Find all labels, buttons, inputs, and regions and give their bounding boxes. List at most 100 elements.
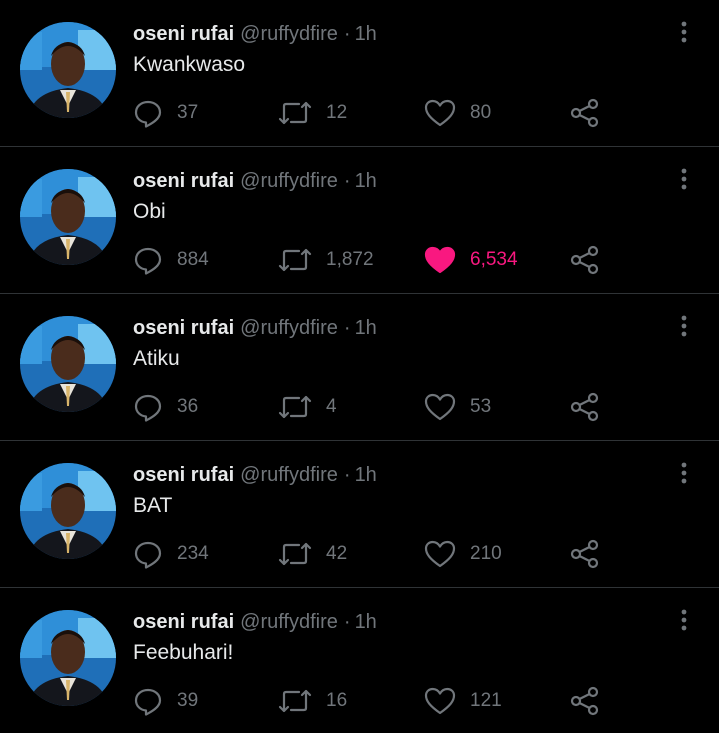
retweet-count: 1,872 [326, 249, 374, 270]
reply-icon [133, 392, 163, 422]
tweet[interactable]: oseni rufai @ruffydfire·1h Atiku 36 4 [0, 294, 719, 441]
author-name[interactable]: oseni rufai [133, 464, 234, 486]
share-button[interactable] [569, 243, 601, 277]
tweet-header: oseni rufai @ruffydfire · 1h [133, 22, 377, 46]
tweet-text: Atiku [133, 347, 180, 370]
share-icon [569, 245, 601, 275]
like-count: 121 [470, 690, 502, 711]
more-options-icon[interactable] [672, 18, 696, 46]
tweet[interactable]: oseni rufai @ruffydfire · 1h Obi 884 1,872 [0, 147, 719, 294]
like-count: 6,534 [470, 249, 518, 270]
separator: · [343, 317, 351, 339]
like-button[interactable]: 53 [424, 390, 491, 424]
like-button[interactable]: 6,534 [424, 243, 518, 277]
avatar[interactable] [20, 22, 116, 118]
author-handle[interactable]: @ruffydfire [240, 23, 338, 45]
tweet-header: oseni rufai @ruffydfire · 1h [133, 463, 377, 487]
retweet-icon [278, 392, 312, 422]
like-button[interactable]: 121 [424, 684, 502, 718]
author-handle[interactable]: @ruffydfire [240, 611, 338, 633]
reply-icon [133, 539, 163, 569]
avatar[interactable] [20, 169, 116, 265]
share-icon [569, 539, 601, 569]
retweet-icon [278, 539, 312, 569]
separator: · [343, 170, 351, 192]
retweet-icon [278, 686, 312, 716]
separator: · [343, 23, 351, 45]
avatar[interactable] [20, 610, 116, 706]
separator: · [343, 464, 351, 486]
more-options-icon[interactable] [672, 165, 696, 193]
tweet[interactable]: oseni rufai @ruffydfire·1h BAT 234 42 [0, 441, 719, 588]
tweet-feed: oseni rufai @ruffydfire · 1h Kwankwaso 37 1… [0, 0, 719, 733]
tweet[interactable]: oseni rufai @ruffydfire · 1h Feebuhari! 39 … [0, 588, 719, 733]
author-name[interactable]: oseni rufai [133, 23, 234, 45]
retweet-button[interactable]: 12 [278, 96, 347, 130]
author-handle[interactable]: @ruffydfire [240, 170, 338, 192]
tweet-text: Kwankwaso [133, 53, 246, 76]
retweet-count: 12 [326, 102, 348, 123]
timestamp[interactable]: 1h [355, 23, 377, 45]
more-options-icon[interactable] [672, 312, 696, 340]
share-button[interactable] [569, 390, 601, 424]
share-icon [569, 98, 601, 128]
reply-icon [133, 98, 163, 128]
author-name[interactable]: oseni rufai [133, 611, 234, 633]
timestamp[interactable]: 1h [355, 464, 377, 486]
timestamp[interactable]: 1h [355, 170, 377, 192]
share-icon [569, 686, 601, 716]
separator: · [343, 611, 351, 633]
tweet-header: oseni rufai @ruffydfire · 1h [133, 169, 377, 193]
reply-count: 39 [177, 690, 199, 711]
tweet-text: Obi [133, 200, 166, 223]
more-options-icon[interactable] [672, 459, 696, 487]
like-count: 80 [470, 102, 492, 123]
reply-icon [133, 686, 163, 716]
author-handle[interactable]: @ruffydfire [240, 317, 338, 339]
tweet-header: oseni rufai @ruffydfire · 1h [133, 316, 377, 340]
tweet-text: BAT [133, 494, 173, 517]
share-button[interactable] [569, 684, 601, 718]
timestamp[interactable]: 1h [355, 317, 377, 339]
retweet-button[interactable]: 42 [278, 537, 347, 571]
author-name[interactable]: oseni rufai [133, 317, 234, 339]
heart-icon [424, 686, 456, 716]
reply-icon [133, 245, 163, 275]
reply-count: 36 [177, 396, 199, 417]
reply-count: 884 [177, 249, 209, 270]
share-button[interactable] [569, 96, 601, 130]
heart-icon [424, 98, 456, 128]
reply-button[interactable]: 234 [133, 537, 209, 571]
heart-icon [424, 539, 456, 569]
retweet-icon [278, 245, 312, 275]
author-name[interactable]: oseni rufai [133, 170, 234, 192]
like-button[interactable]: 210 [424, 537, 502, 571]
avatar[interactable] [20, 463, 116, 559]
like-button[interactable]: 80 [424, 96, 491, 130]
reply-count: 234 [177, 543, 209, 564]
retweet-count: 4 [326, 396, 337, 417]
share-button[interactable] [569, 537, 601, 571]
tweet-header: oseni rufai @ruffydfire · 1h [133, 610, 377, 634]
reply-button[interactable]: 36 [133, 390, 198, 424]
avatar[interactable] [20, 316, 116, 412]
retweet-count: 16 [326, 690, 348, 711]
like-count: 210 [470, 543, 502, 564]
retweet-button[interactable]: 4 [278, 390, 337, 424]
share-icon [569, 392, 601, 422]
retweet-icon [278, 98, 312, 128]
reply-button[interactable]: 884 [133, 243, 209, 277]
reply-count: 37 [177, 102, 199, 123]
reply-button[interactable]: 39 [133, 684, 198, 718]
heart-icon [424, 245, 456, 275]
author-handle[interactable]: @ruffydfire [240, 464, 338, 486]
like-count: 53 [470, 396, 492, 417]
retweet-button[interactable]: 1,872 [278, 243, 374, 277]
retweet-count: 42 [326, 543, 348, 564]
reply-button[interactable]: 37 [133, 96, 198, 130]
retweet-button[interactable]: 16 [278, 684, 347, 718]
tweet[interactable]: oseni rufai @ruffydfire · 1h Kwankwaso 37 1… [0, 0, 719, 147]
heart-icon [424, 392, 456, 422]
timestamp[interactable]: 1h [355, 611, 377, 633]
more-options-icon[interactable] [672, 606, 696, 634]
